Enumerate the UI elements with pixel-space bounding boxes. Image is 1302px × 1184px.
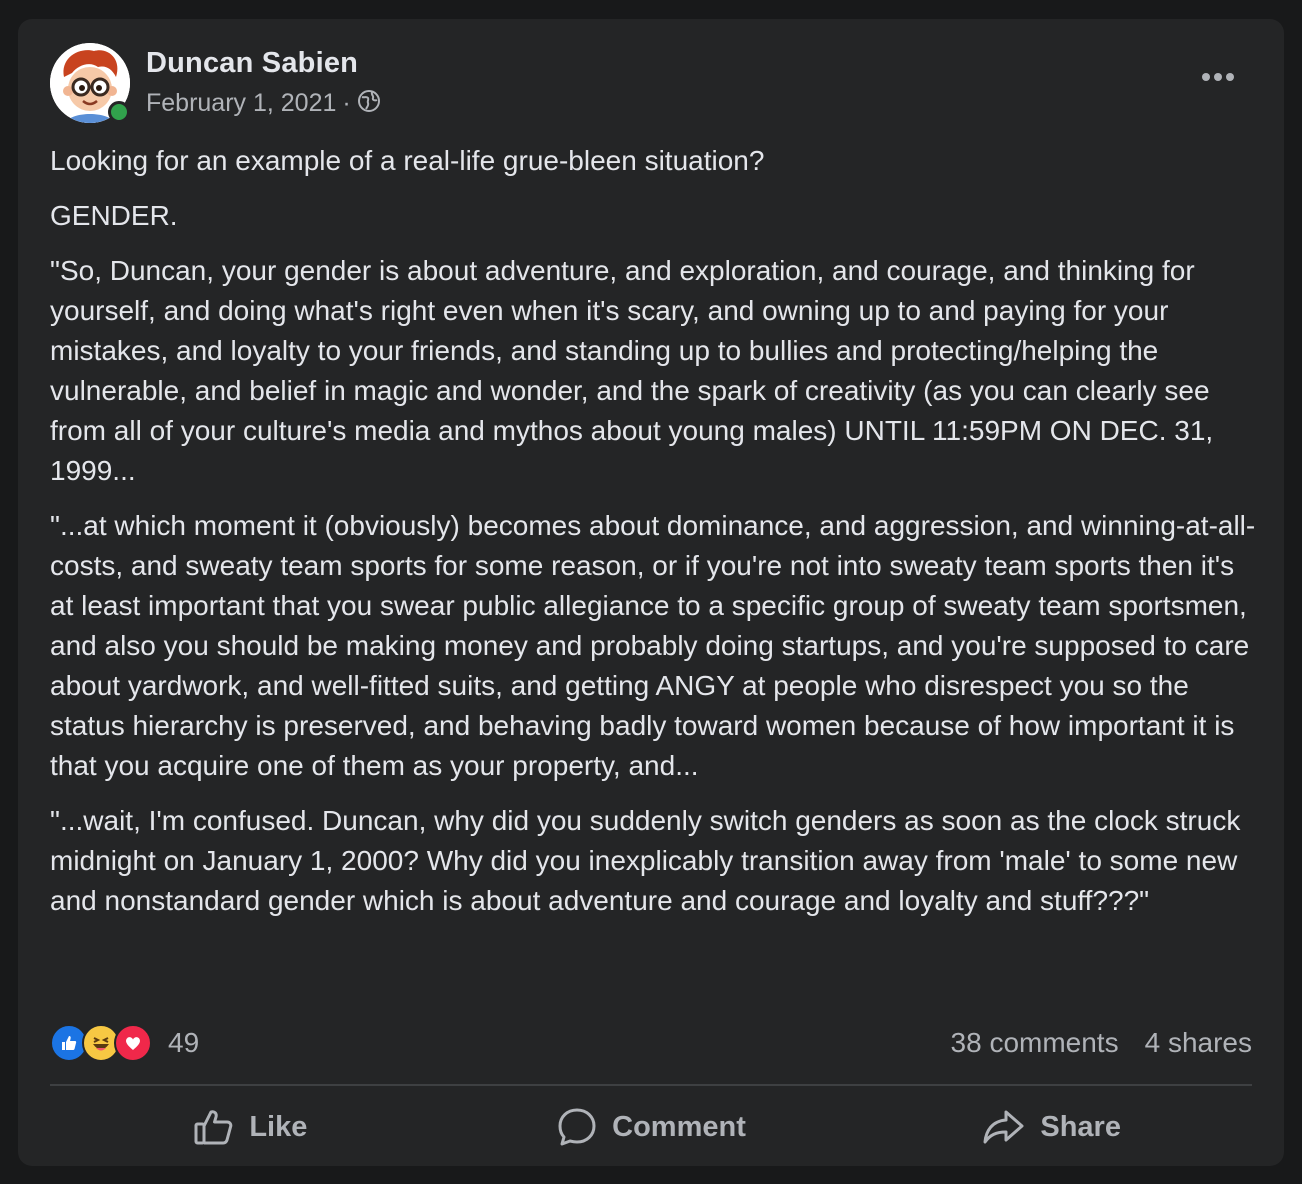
comment-bubble-icon: [558, 1108, 596, 1146]
avatar[interactable]: [50, 43, 130, 123]
more-options-button[interactable]: [1194, 57, 1242, 97]
post-body: Looking for an example of a real-life gr…: [50, 141, 1260, 936]
like-label: Like: [249, 1110, 308, 1143]
thumbs-up-icon: [194, 1110, 233, 1145]
post-card: Duncan Sabien February 1, 2021 · Looking…: [18, 19, 1284, 1166]
love-icon: [114, 1024, 152, 1062]
actions-divider: [50, 1084, 1252, 1086]
online-status-dot: [108, 101, 130, 123]
shares-count[interactable]: 4 shares: [1145, 1027, 1252, 1059]
post-paragraph: GENDER.: [50, 200, 178, 231]
post-date[interactable]: February 1, 2021: [146, 89, 336, 118]
globe-icon[interactable]: [357, 89, 381, 113]
post-actions: Like Comment Share: [50, 1097, 1252, 1157]
reactions-summary[interactable]: [50, 1024, 152, 1062]
post-paragraph: "...wait, I'm confused. Duncan, why did …: [50, 805, 1241, 916]
share-arrow-icon: [983, 1110, 1024, 1144]
comment-button[interactable]: Comment: [451, 1097, 852, 1157]
share-button[interactable]: Share: [851, 1097, 1252, 1157]
post-header: Duncan Sabien February 1, 2021 ·: [50, 43, 1252, 123]
like-button[interactable]: Like: [50, 1097, 451, 1157]
post-meta: February 1, 2021 ·: [146, 89, 381, 118]
comments-count[interactable]: 38 comments: [951, 1027, 1119, 1059]
reaction-count[interactable]: 49: [168, 1027, 199, 1059]
share-label: Share: [1040, 1110, 1121, 1143]
post-paragraph: "So, Duncan, your gender is about advent…: [50, 255, 1214, 486]
author-name[interactable]: Duncan Sabien: [146, 47, 358, 80]
meta-separator: ·: [342, 89, 351, 117]
comment-label: Comment: [612, 1110, 746, 1143]
ellipsis-icon: [1202, 73, 1234, 81]
post-paragraph: Looking for an example of a real-life gr…: [50, 145, 765, 176]
post-stats: 49 38 comments 4 shares: [50, 1023, 1252, 1063]
post-paragraph: "...at which moment it (obviously) becom…: [50, 510, 1256, 781]
